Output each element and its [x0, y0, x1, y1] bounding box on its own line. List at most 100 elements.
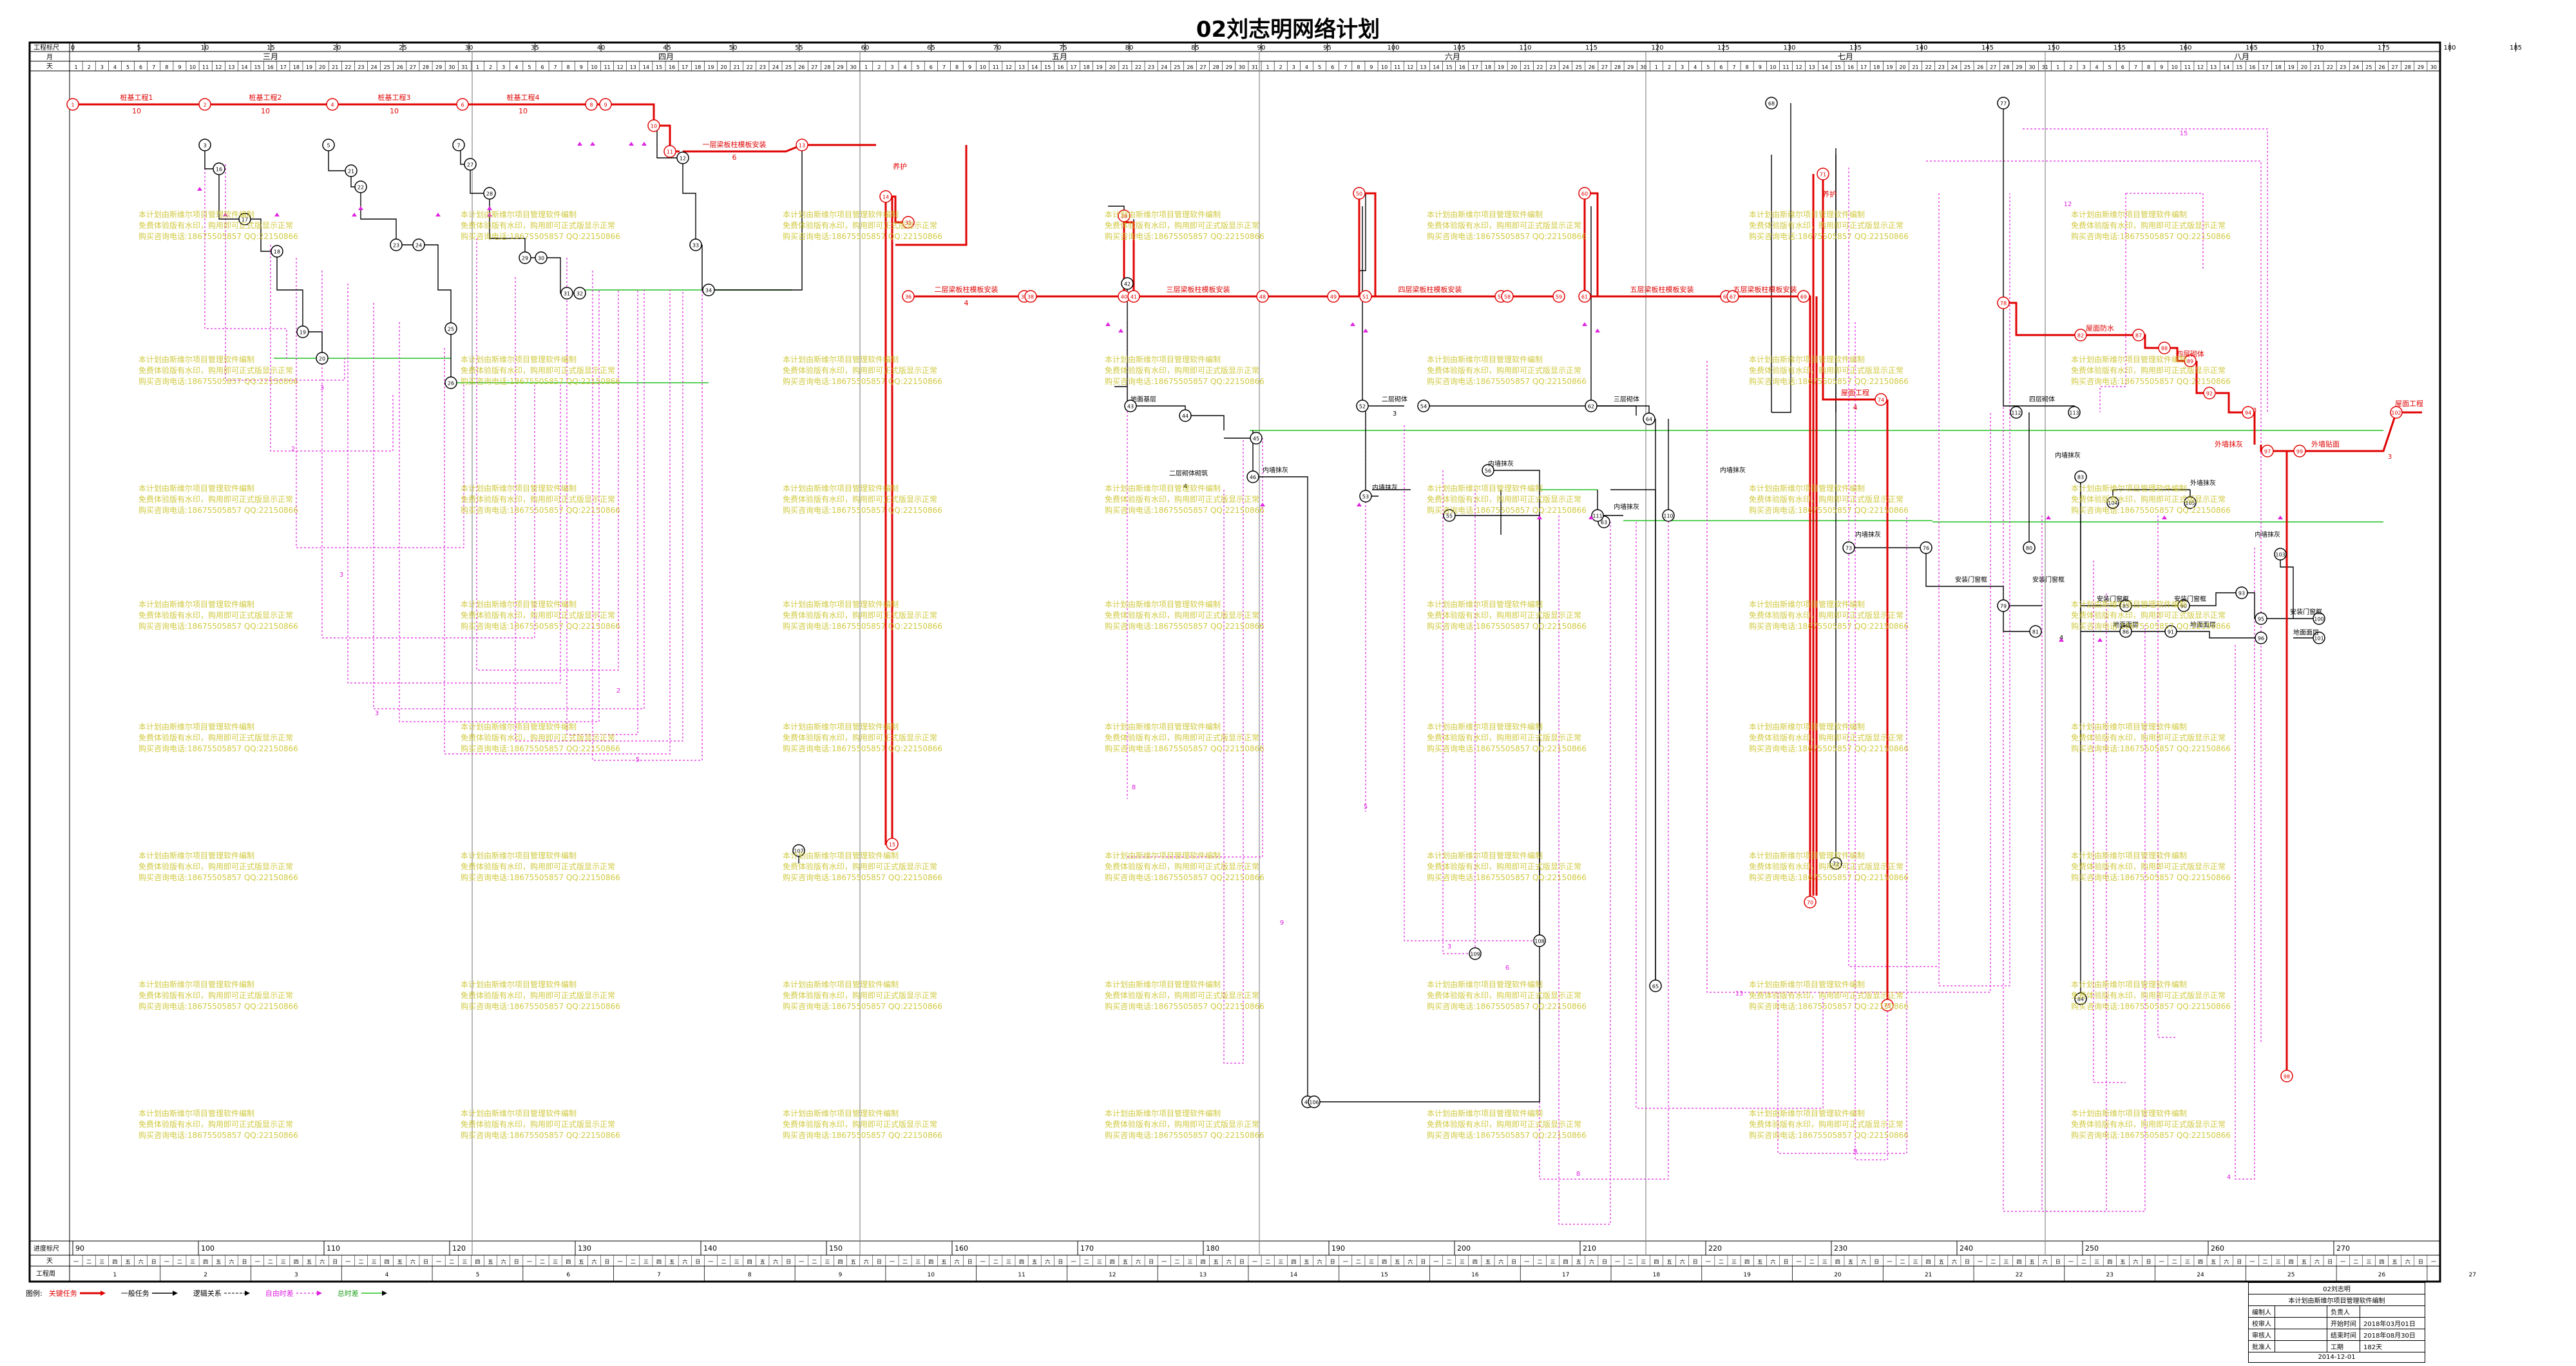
weekday-cell: 一 [1161, 1259, 1167, 1265]
watermark-line: 本计划由斯维尔项目管理软件编制 [138, 851, 255, 860]
day-cell: 3 [100, 64, 104, 70]
watermark-line: 免费体验版有水印，购用即可正式版显示正常 [138, 495, 294, 504]
weekday-cell: 五 [1395, 1259, 1400, 1265]
watermark-line: 购买咨询电话:18675505857 QQ:22150866 [1427, 1131, 1587, 1140]
logic-arrow-icon [224, 1291, 250, 1296]
scale-tick: 100 [1387, 44, 1399, 52]
weekday-cell: 日 [2418, 1259, 2423, 1265]
day-cell: 6 [540, 64, 544, 70]
task-floor-base-1: 地面基层 [1131, 395, 1156, 403]
day-cell: 4 [904, 64, 907, 70]
watermark: 本计划由斯维尔项目管理软件编制 免费体验版有水印，购用即可正式版显示正常 购买咨询电… [1105, 851, 1264, 883]
day-cell: 22 [1925, 64, 1932, 70]
day-cell: 27 [1199, 64, 1206, 70]
watermark: 本计划由斯维尔项目管理软件编制 免费体验版有水印，购用即可正式版显示正常 购买咨询电… [138, 722, 298, 755]
day-cell: 15 [1835, 64, 1841, 70]
event-node-number: 94 [2245, 410, 2251, 416]
scale-tick: 90 [1257, 44, 1266, 52]
weekday-cell: 二 [2353, 1259, 2358, 1265]
day-cell: 14 [1822, 64, 1828, 70]
watermark-line: 购买咨询电话:18675505857 QQ:22150866 [461, 377, 620, 386]
weekday-cell: 一 [980, 1259, 986, 1265]
scale-tick: 75 [1059, 44, 1067, 52]
day-cell: 27 [811, 64, 817, 70]
day-cell: 26 [1977, 64, 1983, 70]
weekday-cell: 四 [2107, 1259, 2112, 1265]
weekday-cell: 日 [151, 1259, 157, 1265]
watermark-line: 免费体验版有水印，购用即可正式版显示正常 [461, 733, 616, 742]
weekday-cell: 五 [125, 1259, 130, 1265]
day-cell: 4 [2095, 64, 2099, 70]
info-key: 编制人 [2248, 1305, 2275, 1318]
day-cell: 7 [2134, 64, 2137, 70]
day-cell: 12 [1407, 64, 1413, 70]
scale-tick: 20 [333, 44, 341, 52]
day-cell: 18 [2275, 64, 2282, 70]
weekday-cell: 二 [1628, 1259, 1633, 1265]
weekday-cell: 日 [1330, 1259, 1335, 1265]
watermark-line: 购买咨询电话:18675505857 QQ:22150866 [1105, 232, 1264, 241]
watermark-line: 本计划由斯维尔项目管理软件编制 [138, 484, 255, 493]
day-cell: 17 [682, 64, 688, 70]
day-cell: 8 [165, 64, 168, 70]
watermark-line: 免费体验版有水印，购用即可正式版显示正常 [461, 495, 616, 504]
watermark-line: 本计划由斯维尔项目管理软件编制 [1427, 355, 1543, 364]
day-cell: 12 [1006, 64, 1012, 70]
day-cell: 22 [747, 64, 753, 70]
watermark-line: 购买咨询电话:18675505857 QQ:22150866 [1749, 377, 1909, 386]
week-number: 2 [204, 1272, 207, 1278]
day-cell: 17 [1472, 64, 1478, 70]
watermark-line: 购买咨询电话:18675505857 QQ:22150866 [138, 1002, 298, 1011]
weekday-cell: 六 [1226, 1258, 1232, 1265]
event-node-number: 30 [538, 256, 544, 262]
day-cell: 23 [759, 64, 766, 70]
day-cell: 19 [306, 64, 312, 70]
watermark: 本计划由斯维尔项目管理软件编制 免费体验版有水印，购用即可正式版显示正常 购买咨询电… [2071, 354, 2231, 387]
watermark-line: 购买咨询电话:18675505857 QQ:22150866 [1749, 622, 1909, 631]
day-cell: 28 [1614, 64, 1621, 70]
watermark-line: 本计划由斯维尔项目管理软件编制 [138, 980, 255, 989]
day-cell: 1 [1266, 64, 1270, 70]
float-k: 6 [1505, 965, 1509, 972]
day-cell: 18 [1083, 64, 1089, 70]
day-cell: 11 [2184, 64, 2191, 70]
float-marker-icon [358, 206, 363, 210]
day-cell: 2 [88, 64, 91, 70]
day-cell: 6 [1331, 64, 1334, 70]
scale-tick: 105 [1453, 44, 1465, 52]
legend-normal: 一般任务 [121, 1288, 178, 1298]
watermark-line: 购买咨询电话:18675505857 QQ:22150866 [1105, 377, 1264, 386]
day-cell: 10 [980, 64, 986, 70]
event-node-number: 46 [1250, 475, 1256, 481]
watermark-line: 本计划由斯维尔项目管理软件编制 [1105, 980, 1221, 989]
watermark-line: 购买咨询电话:18675505857 QQ:22150866 [2071, 232, 2231, 241]
weekday-cell: 四 [203, 1259, 208, 1265]
legend-total-float-label: 总时差 [337, 1289, 359, 1298]
watermark-line: 免费体验版有水印，购用即可正式版显示正常 [783, 1120, 938, 1129]
watermark: 本计划由斯维尔项目管理软件编制 免费体验版有水印，购用即可正式版显示正常 购买咨询电… [2071, 851, 2231, 883]
scale-tick: 80 [1125, 44, 1134, 52]
watermark-line: 免费体验版有水印，购用即可正式版显示正常 [1105, 733, 1260, 742]
watermark-line: 本计划由斯维尔项目管理软件编制 [461, 484, 577, 493]
weekday-cell: 日 [1602, 1259, 1607, 1265]
watermark-line: 购买咨询电话:18675505857 QQ:22150866 [461, 1131, 620, 1140]
day-cell: 11 [604, 64, 610, 70]
event-node-number: 98 [2284, 1074, 2290, 1080]
weekday-cell: 一 [1252, 1259, 1257, 1265]
info-project: 02刘志明 [2248, 1282, 2425, 1294]
day-cell: 3 [890, 64, 893, 70]
watermark-line: 本计划由斯维尔项目管理软件编制 [138, 600, 255, 609]
weekday-cell: 五 [669, 1259, 674, 1265]
task-frame-2: 安装门窗框 [2032, 575, 2065, 584]
watermark: 本计划由斯维尔项目管理软件编制 免费体验版有水印，购用即可正式版显示正常 购买咨询电… [461, 209, 620, 242]
watermark: 本计划由斯维尔项目管理软件编制 免费体验版有水印，购用即可正式版显示正常 购买咨询电… [1427, 354, 1587, 387]
weekday-cell: 三 [2276, 1259, 2281, 1265]
event-node-number: 36 [905, 294, 911, 300]
watermark-line: 本计划由斯维尔项目管理软件编制 [2071, 600, 2188, 609]
float-marker-icon [2278, 515, 2283, 519]
day-cell: 12 [2197, 64, 2204, 70]
weekday-cell: 二 [540, 1259, 545, 1265]
task-masonry-2b: 二层砌体 [1382, 396, 1407, 403]
day-cell: 10 [189, 64, 196, 70]
weekday-cell: 二 [2263, 1259, 2268, 1265]
